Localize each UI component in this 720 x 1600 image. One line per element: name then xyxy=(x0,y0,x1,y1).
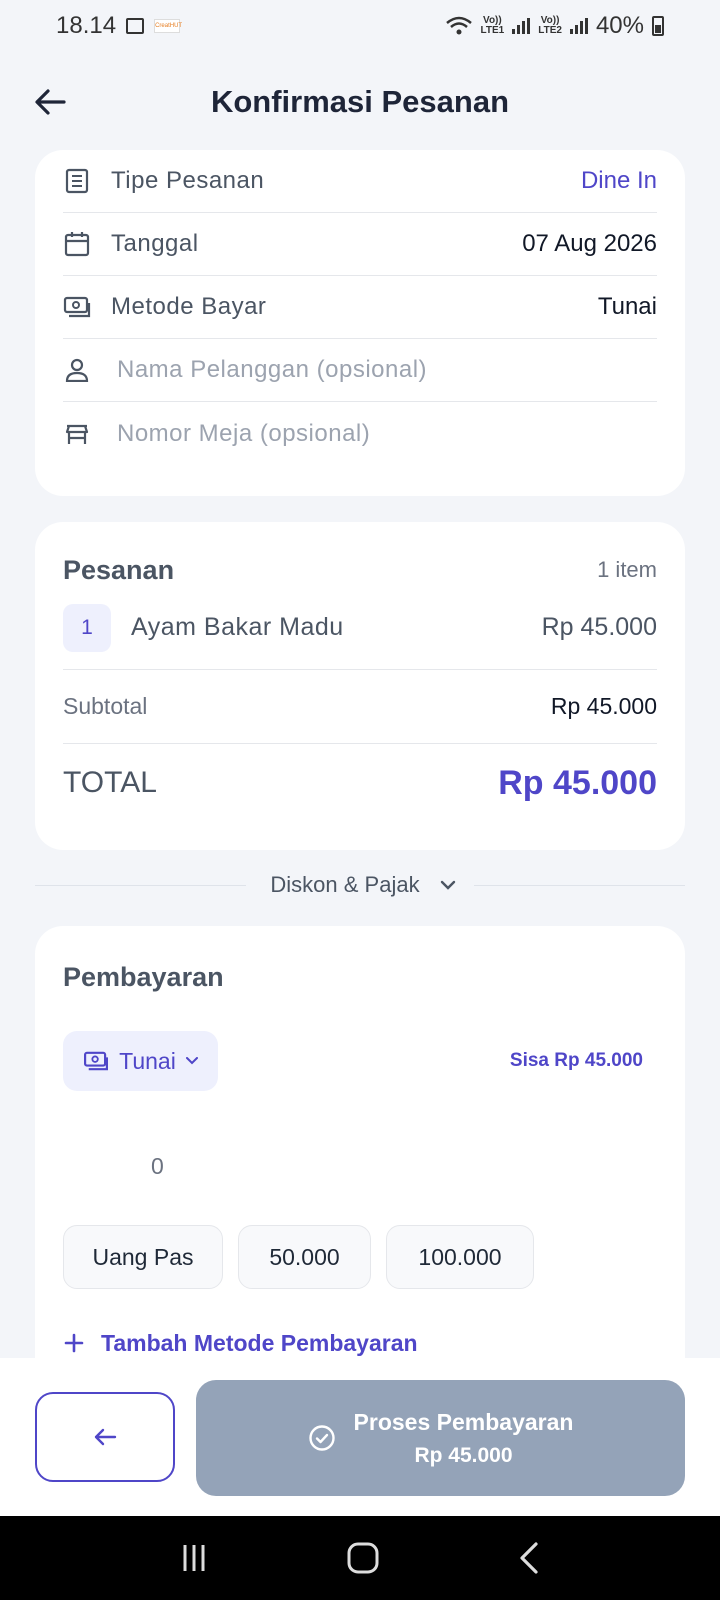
cash-icon xyxy=(84,1051,109,1071)
payment-title: Pembayaran xyxy=(63,962,224,992)
remaining-amount: Sisa Rp 45.000 xyxy=(509,1050,643,1071)
customer-name-input[interactable]: Nama Pelanggan (opsional) xyxy=(117,356,427,384)
signal2-icon xyxy=(569,18,588,34)
discount-tax-toggle[interactable]: Diskon & Pajak xyxy=(35,868,685,902)
chevron-down-icon xyxy=(185,1057,198,1065)
order-count: 1 item xyxy=(597,557,657,582)
payment-amount-input[interactable]: 0 xyxy=(151,1153,657,1183)
list-item: 1 Ayam Bakar Madu Rp 45.000 xyxy=(63,596,657,670)
order-summary-card: Pesanan 1 item 1 Ayam Bakar Madu Rp 45.0… xyxy=(35,522,685,850)
system-back-icon[interactable] xyxy=(517,1541,541,1575)
customer-name-row: Nama Pelanggan (opsional) xyxy=(63,339,657,402)
discount-tax-label: Diskon & Pajak xyxy=(270,872,420,897)
payment-card: Pembayaran Tunai Sisa Rp 45.000 0 Uang P… xyxy=(35,926,685,1426)
lte2-indicator: Vo)) LTE2 xyxy=(538,15,562,36)
order-title: Pesanan xyxy=(63,554,175,585)
table-icon xyxy=(63,420,91,448)
calendar-icon xyxy=(63,230,91,258)
date-row[interactable]: Tanggal 07 Aug 2026 xyxy=(63,213,657,276)
payment-method-dropdown[interactable]: Tunai xyxy=(63,1031,218,1091)
payment-method-row[interactable]: Metode Bayar Tunai xyxy=(63,276,657,339)
payment-method-label: Metode Bayar xyxy=(111,293,267,320)
add-payment-method-button[interactable]: Tambah Metode Pembayaran xyxy=(63,1327,657,1359)
subtotal-label: Subtotal xyxy=(63,693,148,719)
back-button[interactable] xyxy=(35,1392,175,1482)
battery-percent: 40% xyxy=(595,12,644,39)
recent-apps-icon[interactable] xyxy=(179,1543,209,1573)
status-time: 18.14 xyxy=(56,12,117,39)
user-icon xyxy=(63,356,91,384)
exact-amount-button[interactable]: Uang Pas xyxy=(63,1225,223,1289)
order-type-value: Dine In xyxy=(580,167,657,194)
payment-method-selected: Tunai xyxy=(119,1047,176,1074)
check-circle-icon xyxy=(308,1425,335,1451)
lte1-indicator: Vo)) LTE1 xyxy=(480,15,505,36)
plus-icon xyxy=(64,1333,84,1353)
signal1-icon xyxy=(512,18,531,34)
total-row: TOTAL Rp 45.000 xyxy=(63,744,657,822)
date-value: 07 Aug 2026 xyxy=(522,230,657,257)
divider xyxy=(473,884,685,886)
payment-method-value: Tunai xyxy=(597,293,657,320)
app-header: Konfirmasi Pesanan xyxy=(0,68,720,136)
order-info-card: Tipe Pesanan Dine In Tanggal 07 Aug 2026… xyxy=(35,150,685,496)
subtotal-value: Rp 45.000 xyxy=(550,693,657,719)
divider xyxy=(35,884,247,886)
process-payment-button[interactable]: Proses Pembayaran Rp 45.000 xyxy=(196,1380,685,1496)
battery-icon xyxy=(652,16,664,36)
total-value: Rp 45.000 xyxy=(498,763,657,802)
system-nav-bar xyxy=(0,1516,720,1600)
page-title: Konfirmasi Pesanan xyxy=(210,84,510,119)
total-label: TOTAL xyxy=(63,766,157,799)
home-icon[interactable] xyxy=(346,1541,380,1575)
receipt-icon xyxy=(63,167,91,195)
date-label: Tanggal xyxy=(111,230,199,257)
subtotal-row: Subtotal Rp 45.000 xyxy=(63,670,657,744)
gallery-notification-icon xyxy=(126,18,145,34)
quick-amount-buttons: Uang Pas 50.000 100.000 xyxy=(63,1225,657,1289)
order-type-label: Tipe Pesanan xyxy=(111,167,265,194)
process-payment-amount: Rp 45.000 xyxy=(414,1443,513,1467)
chevron-down-icon xyxy=(440,880,455,890)
arrow-left-icon xyxy=(94,1428,117,1446)
cash-icon xyxy=(63,293,91,321)
amount-100000-button[interactable]: 100.000 xyxy=(386,1225,534,1289)
back-arrow-icon[interactable] xyxy=(30,82,70,122)
table-number-input[interactable]: Nomor Meja (opsional) xyxy=(117,420,370,448)
process-payment-label: Proses Pembayaran xyxy=(353,1408,574,1435)
order-type-row[interactable]: Tipe Pesanan Dine In xyxy=(63,150,657,213)
add-payment-method-label: Tambah Metode Pembayaran xyxy=(101,1329,418,1356)
wifi-icon xyxy=(445,16,472,35)
table-number-row: Nomor Meja (opsional) xyxy=(63,402,657,465)
item-price: Rp 45.000 xyxy=(541,613,657,641)
status-bar: 18.14 CreatHUT Vo)) LTE1 Vo)) LTE2 40% xyxy=(0,0,720,52)
bottom-action-bar: Proses Pembayaran Rp 45.000 xyxy=(0,1358,720,1516)
app-notification-icon: CreatHUT xyxy=(154,19,182,33)
item-quantity-badge: 1 xyxy=(63,603,111,652)
item-name: Ayam Bakar Madu xyxy=(131,613,344,641)
amount-50000-button[interactable]: 50.000 xyxy=(238,1225,371,1289)
